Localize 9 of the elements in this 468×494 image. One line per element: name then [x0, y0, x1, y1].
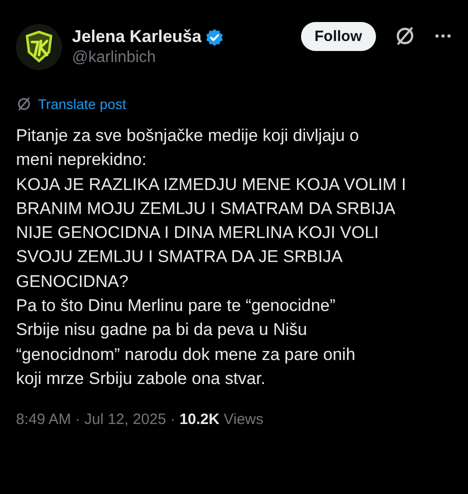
more-icon[interactable] — [434, 33, 452, 39]
post-meta: 8:49 AM · Jul 12, 2025 · 10.2K Views — [16, 411, 264, 428]
avatar-logo[interactable] — [16, 24, 62, 70]
follow-button[interactable]: Follow — [300, 22, 376, 50]
translate-post-link[interactable]: Translate post — [16, 96, 452, 112]
post-text: Pitanje za sve bošnjačke medije koji divljaju o meni neprekidno: KOJA JE RAZLIKA IZMEDJU MENE KOJA VOLIM I BRANIM MOJU ZEMLJU I SMATRAM DA SRBIJA NIJE GENOCIDNA I DINA MERLINA KOJI VOLI SVOJU ZEMLJU I SMATRA DA JE SRBIJA GENOCIDNA? Pa to što Dinu Merlinu pare te “genocidne” Srbije nisu gadne pa bi da peva u Nišu “genocidnom” narodu dok mene za pare onih koji mrze Srbiju zabole ona stvar. — [16, 125, 408, 390]
translate-icon[interactable] — [394, 25, 416, 47]
author-handle[interactable]: @karlinbich — [72, 49, 290, 67]
author-name[interactable]: Jelena Karleuša — [72, 27, 202, 47]
